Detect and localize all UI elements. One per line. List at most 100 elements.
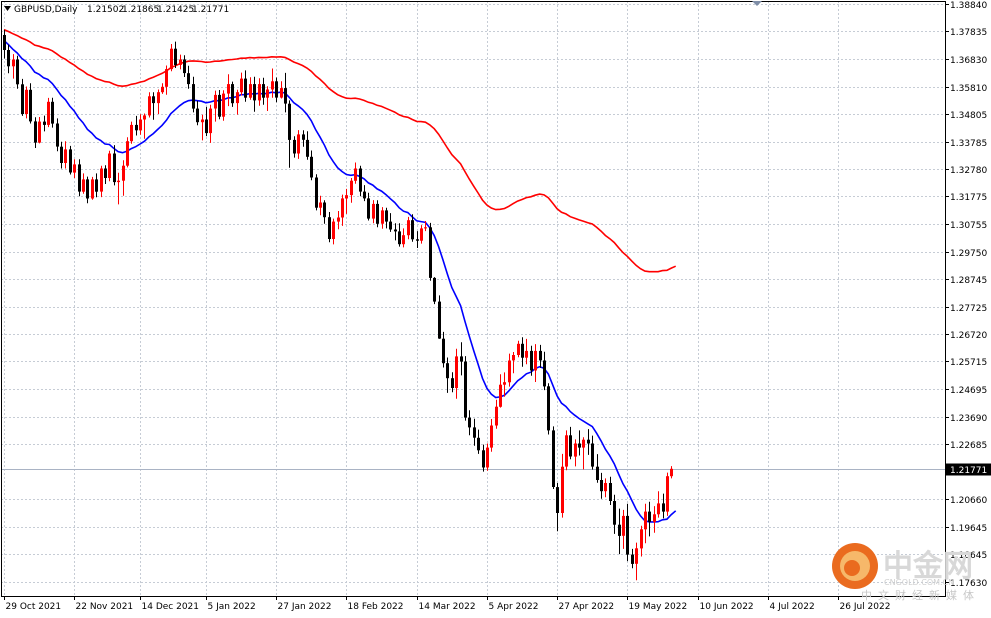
candle-body <box>214 94 217 109</box>
candle-body <box>205 119 208 134</box>
candle-body <box>534 350 537 371</box>
y-tick-label: 1.38840 <box>950 1 987 11</box>
candle-body <box>640 529 643 549</box>
candle-body <box>315 177 318 208</box>
candle-body <box>381 210 384 224</box>
candle-body <box>587 439 590 444</box>
candle-body <box>29 89 32 122</box>
y-tick-label: 1.26720 <box>950 331 987 341</box>
candle-body <box>402 235 405 245</box>
ohlc-open: 1.21502 <box>87 5 124 15</box>
candle-body <box>174 48 177 65</box>
candle <box>547 383 550 435</box>
candle-body <box>192 84 195 109</box>
candle <box>231 81 234 107</box>
candle-body <box>521 343 524 358</box>
x-tick-label: 22 Nov 2021 <box>76 602 134 612</box>
candle-body <box>543 360 546 387</box>
candle-body <box>354 168 357 181</box>
candle-body <box>337 217 340 222</box>
candle <box>565 430 568 471</box>
ohlc-high: 1.21865 <box>122 5 159 15</box>
candle-body <box>319 202 322 208</box>
candle-body <box>569 435 572 457</box>
candle-body <box>126 141 129 166</box>
candle-body <box>653 514 656 522</box>
candle-body <box>503 382 506 385</box>
current-price-tag: 1.21771 <box>946 463 991 476</box>
candle-body <box>345 195 348 199</box>
candle-body <box>222 93 225 117</box>
candle <box>78 159 81 197</box>
x-tick-label: 29 Oct 2021 <box>6 602 62 612</box>
candle-body <box>604 483 607 492</box>
candle-body <box>244 78 247 98</box>
candle-body <box>565 435 568 467</box>
candle-body <box>464 361 467 418</box>
candle-body <box>236 92 239 104</box>
candle <box>16 55 19 89</box>
candle-body <box>113 153 116 183</box>
candle-body <box>139 119 142 131</box>
x-tick-label: 27 Apr 2022 <box>559 602 615 612</box>
candle-body <box>240 78 243 93</box>
watermark-logo-core <box>844 560 860 576</box>
candle-body <box>82 179 85 192</box>
candle-body <box>420 228 423 241</box>
price-chart: 1.38840 1.37835 1.36830 1.35810 1.34805 1.337… <box>0 0 991 614</box>
candle-body <box>635 548 638 564</box>
candle-body <box>271 81 274 90</box>
candle-body <box>596 466 599 480</box>
candle-body <box>648 511 651 522</box>
candle-body <box>359 168 362 192</box>
candle-body <box>253 84 256 101</box>
y-tick-label: 1.28745 <box>950 276 987 286</box>
candle-body <box>86 179 89 199</box>
candle <box>438 295 441 339</box>
candle-body <box>152 96 155 104</box>
candle-body <box>433 277 436 302</box>
candle-body <box>609 483 612 501</box>
candle-body <box>306 139 309 157</box>
candle-body <box>591 443 594 467</box>
candle-body <box>297 134 300 154</box>
candle-body <box>104 168 107 178</box>
candle-body <box>398 231 401 245</box>
x-tick-label: 14 Mar 2022 <box>419 602 476 612</box>
candle-body <box>122 165 125 181</box>
candle-body <box>482 450 485 468</box>
candle-body <box>275 81 278 98</box>
candle-body <box>372 203 375 219</box>
candle <box>433 277 436 305</box>
candle-body <box>280 88 283 98</box>
y-tick-label: 1.32780 <box>950 166 987 176</box>
candle-body <box>47 101 50 125</box>
candle-body <box>530 350 533 371</box>
candle-body <box>95 179 98 192</box>
candle-body <box>363 191 366 199</box>
x-tick-label: 19 May 2022 <box>629 602 688 612</box>
y-tick-label: 1.36830 <box>950 56 987 66</box>
current-price-label: 1.21771 <box>950 466 987 476</box>
candle-body <box>578 443 581 448</box>
x-tick-label: 5 Jan 2022 <box>208 602 256 612</box>
candle-body <box>486 447 489 468</box>
candle <box>47 97 50 128</box>
candle-body <box>451 378 454 388</box>
candle-body <box>262 84 265 98</box>
candle-body <box>525 350 528 358</box>
candle-body <box>323 202 326 218</box>
candle-body <box>143 115 146 120</box>
candle <box>108 150 111 182</box>
x-tick-label: 27 Jan 2022 <box>278 602 332 612</box>
candle-body <box>438 301 441 339</box>
candle-body <box>376 203 379 224</box>
candle-body <box>350 180 353 196</box>
candle-body <box>284 88 287 104</box>
candle-body <box>16 59 19 85</box>
y-tick-label: 1.24695 <box>950 386 987 396</box>
x-tick-label: 18 Feb 2022 <box>348 602 404 612</box>
candle-body <box>60 146 63 163</box>
candle <box>464 356 467 421</box>
candle-body <box>3 35 6 50</box>
